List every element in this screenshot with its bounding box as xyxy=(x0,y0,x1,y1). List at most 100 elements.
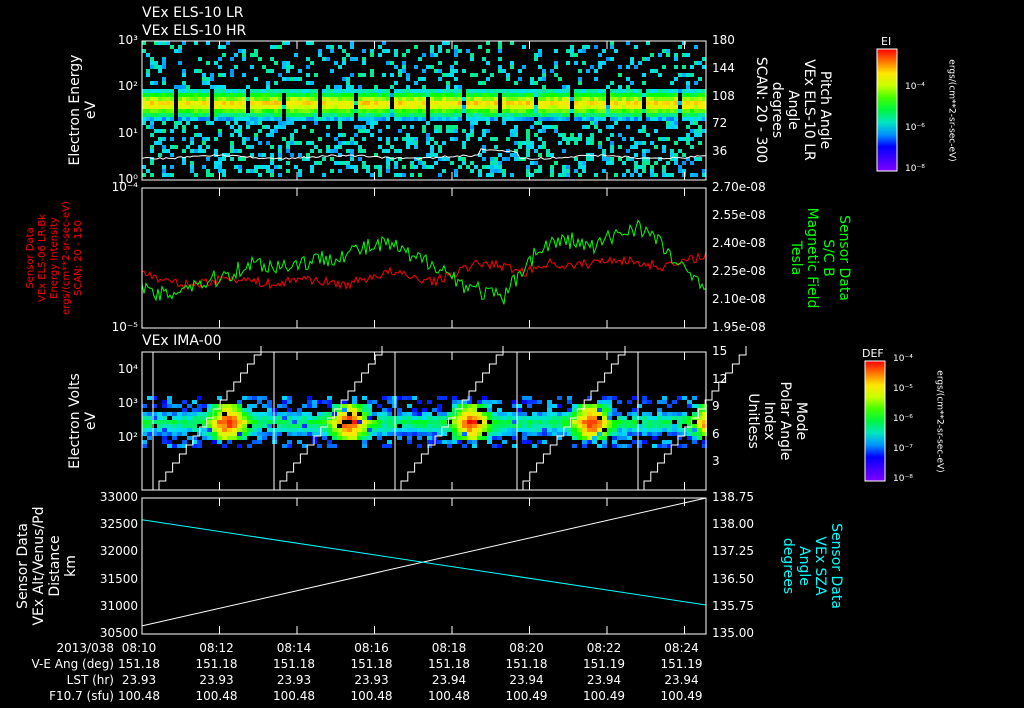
panel-frame xyxy=(141,497,707,635)
spectrogram-cell xyxy=(562,133,566,137)
spectrogram-cell xyxy=(206,61,210,65)
spectrogram-cell xyxy=(162,77,166,81)
spectrogram-cell xyxy=(390,113,394,117)
spectrogram-cell xyxy=(307,404,312,408)
spectrogram-cell xyxy=(214,85,218,89)
spectrogram-cell xyxy=(190,141,194,145)
spectrogram-cell xyxy=(254,89,258,93)
spectrogram-cell xyxy=(458,93,462,97)
spectrogram-cell xyxy=(417,400,422,404)
spectrogram-cell xyxy=(466,133,470,137)
spectrogram-cell xyxy=(518,89,522,93)
spectrogram-cell xyxy=(662,65,666,69)
spectrogram-cell xyxy=(442,109,446,113)
spectrogram-cell xyxy=(250,109,254,113)
spectrogram-cell xyxy=(438,149,442,153)
row-label: F10.7 (sfu) xyxy=(49,689,114,703)
spectrogram-cell xyxy=(677,412,682,416)
spectrogram-cell xyxy=(292,416,297,420)
spectrogram-cell xyxy=(307,412,312,416)
spectrogram-cell xyxy=(494,109,498,113)
spectrogram-cell xyxy=(322,93,326,97)
spectrogram-cell xyxy=(194,125,198,129)
spectrogram-cell xyxy=(657,412,662,416)
row-value: 151.19 xyxy=(660,657,703,671)
spectrogram-cell xyxy=(282,137,286,141)
spectrogram-cell xyxy=(634,141,638,145)
spectrogram-cell xyxy=(402,97,406,101)
spectrogram-cell xyxy=(407,432,412,436)
spectrogram-cell xyxy=(482,89,486,93)
spectrogram-cell xyxy=(486,41,490,45)
spectrogram-cell xyxy=(682,396,687,400)
spectrogram-cell xyxy=(437,424,442,428)
spectrogram-cell xyxy=(382,89,386,93)
colorbar-tick: 10⁻⁸ xyxy=(905,164,925,174)
spectrogram-cell xyxy=(177,432,182,436)
spectrogram-cell xyxy=(367,432,372,436)
spectrogram-cell xyxy=(294,53,298,57)
spectrogram-cell xyxy=(366,129,370,133)
spectrogram-cell xyxy=(350,113,354,117)
spectrogram-cell xyxy=(534,121,538,125)
spectrogram-cell xyxy=(478,109,482,113)
spectrogram-cell xyxy=(367,416,372,420)
spectrogram-cell xyxy=(542,89,546,93)
spectrogram-cell xyxy=(162,117,166,121)
spectrogram-cell xyxy=(402,173,406,177)
spectrogram-cell xyxy=(446,81,450,85)
spectrogram-cell xyxy=(362,105,366,109)
spectrogram-cell xyxy=(478,97,482,101)
spectrogram-cell xyxy=(250,121,254,125)
spectrogram-cell xyxy=(674,65,678,69)
spectrogram-cell xyxy=(258,57,262,61)
spectrogram-cell xyxy=(630,173,634,177)
spectrogram-cell xyxy=(662,89,666,93)
spectrogram-cell xyxy=(554,101,558,105)
spectrogram-cell xyxy=(398,97,402,101)
spectrogram-cell xyxy=(667,404,672,408)
spectrogram-cell xyxy=(362,109,366,113)
spectrogram-cell xyxy=(538,49,542,53)
spectrogram-cell xyxy=(698,129,702,133)
spectrogram-cell xyxy=(672,416,677,420)
spectrogram-cell xyxy=(582,93,586,97)
spectrogram-cell xyxy=(346,101,350,105)
spectrogram-cell xyxy=(650,173,654,177)
spectrogram-cell xyxy=(542,412,547,416)
spectrogram-cell xyxy=(267,428,272,432)
spectrogram-cell xyxy=(198,145,202,149)
spectrogram-cell xyxy=(594,69,598,73)
spectrogram-cell xyxy=(410,93,414,97)
spectrogram-cell xyxy=(450,101,454,105)
spectrogram-cell xyxy=(312,404,317,408)
spectrogram-cell xyxy=(497,432,502,436)
spectrogram-cell xyxy=(287,408,292,412)
spectrogram-cell xyxy=(154,81,158,85)
spectrogram-cell xyxy=(632,416,637,420)
spectrogram-cell xyxy=(417,412,422,416)
spectrogram-cell xyxy=(218,117,222,121)
colorbar-unit: ergs/(cm**2-sr-sec-eV) xyxy=(934,370,945,473)
spectrogram-cell xyxy=(427,432,432,436)
spectrogram-cell xyxy=(147,396,152,400)
spectrogram-cell xyxy=(186,117,190,121)
spectrogram-cell xyxy=(402,89,406,93)
spectrogram-cell xyxy=(322,117,326,121)
spectrogram-cell xyxy=(598,129,602,133)
spectrogram-cell xyxy=(567,428,572,432)
spectrogram-cell xyxy=(366,93,370,97)
spectrogram-cell xyxy=(518,117,522,121)
spectrogram-cell xyxy=(218,105,222,109)
spectrogram-cell xyxy=(422,53,426,57)
spectrogram-cell xyxy=(274,125,278,129)
spectrogram-cell xyxy=(237,436,242,440)
spectrogram-cell xyxy=(377,404,382,408)
row-value: 151.18 xyxy=(428,657,470,671)
spectrogram-cell xyxy=(534,109,538,113)
spectrogram-cell xyxy=(190,89,194,93)
spectrogram-cell xyxy=(372,424,377,428)
spectrogram-cell xyxy=(330,117,334,121)
spectrogram-cell xyxy=(357,424,362,428)
spectrogram-cell xyxy=(352,412,357,416)
